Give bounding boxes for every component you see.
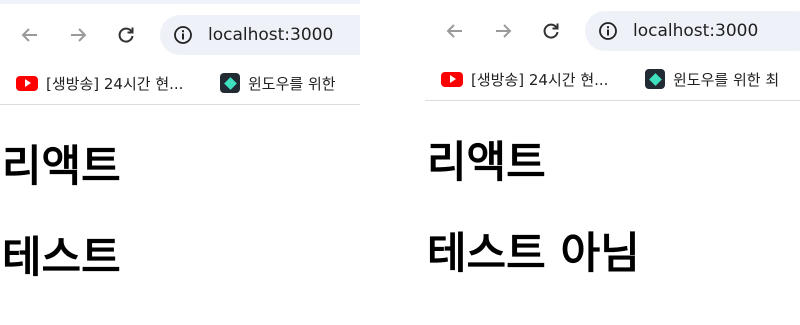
bookmarks-bar: [생방송] 24시간 현... 윈도우를 위한 bbox=[0, 62, 360, 105]
back-button[interactable] bbox=[16, 21, 44, 49]
arrow-left-icon bbox=[21, 28, 37, 42]
youtube-icon bbox=[441, 71, 463, 87]
browser-window-right: localhost:3000 [생방송] 24시간 현... 윈도우를 위한 최… bbox=[425, 0, 800, 325]
youtube-icon bbox=[16, 75, 38, 91]
forward-button[interactable] bbox=[489, 17, 517, 45]
arrow-right-icon bbox=[496, 24, 512, 38]
browser-toolbar: localhost:3000 bbox=[0, 0, 360, 62]
forward-button[interactable] bbox=[64, 21, 92, 49]
browser-toolbar: localhost:3000 bbox=[425, 0, 800, 58]
page-heading-2: 테스트 아님 bbox=[427, 229, 640, 279]
divider bbox=[360, 0, 425, 325]
bookmark-label: [생방송] 24시간 현... bbox=[46, 74, 184, 93]
address-bar[interactable]: localhost:3000 bbox=[585, 11, 800, 51]
reload-button[interactable] bbox=[112, 21, 140, 49]
bookmarks-bar: [생방송] 24시간 현... 윈도우를 위한 최 bbox=[425, 58, 800, 101]
reload-button[interactable] bbox=[537, 17, 565, 45]
back-button[interactable] bbox=[441, 17, 469, 45]
site-info-icon[interactable] bbox=[172, 24, 194, 46]
bookmark-item[interactable]: [생방송] 24시간 현... bbox=[441, 58, 608, 100]
reload-icon bbox=[543, 23, 559, 39]
bookmark-label: [생방송] 24시간 현... bbox=[471, 70, 609, 89]
arrow-right-icon bbox=[71, 28, 87, 42]
bookmark-item[interactable]: 윈도우를 위한 bbox=[220, 62, 336, 104]
url-text: localhost:3000 bbox=[208, 25, 334, 45]
page-heading-1: 리액트 bbox=[2, 142, 121, 192]
bookmark-label: 윈도우를 위한 최 bbox=[673, 70, 780, 89]
url-text: localhost:3000 bbox=[633, 21, 759, 41]
bookmark-item[interactable]: [생방송] 24시간 현... bbox=[16, 62, 183, 104]
bookmark-item[interactable]: 윈도우를 위한 최 bbox=[645, 58, 779, 100]
bookmark-label: 윈도우를 위한 bbox=[248, 74, 336, 93]
arrow-left-icon bbox=[446, 24, 462, 38]
reload-icon bbox=[118, 27, 134, 43]
page-heading-2: 테스트 bbox=[2, 233, 121, 283]
browser-window-left: localhost:3000 [생방송] 24시간 현... 윈도우를 위한 리… bbox=[0, 0, 360, 325]
bookmark-app-icon bbox=[220, 73, 240, 93]
site-info-icon[interactable] bbox=[597, 20, 619, 42]
address-bar[interactable]: localhost:3000 bbox=[160, 15, 360, 55]
page-heading-1: 리액트 bbox=[427, 138, 546, 188]
bookmark-app-icon bbox=[645, 69, 665, 89]
